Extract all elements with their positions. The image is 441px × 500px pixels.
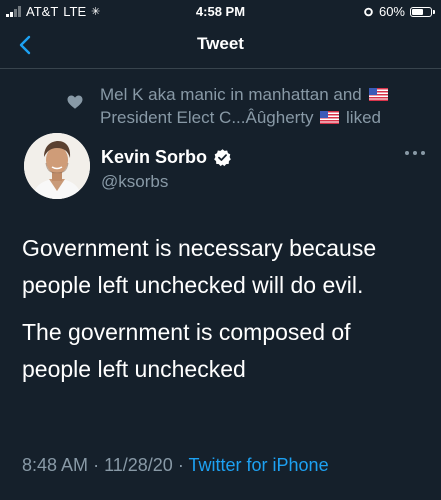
tweet-source-link[interactable]: Twitter for iPhone (189, 455, 329, 475)
tweet-time: 8:48 AM (22, 455, 89, 475)
battery-percent: 60% (378, 4, 405, 19)
author-name[interactable]: Kevin Sorbo (101, 147, 232, 168)
verified-badge-icon (214, 149, 231, 167)
avatar[interactable] (24, 133, 90, 199)
battery-cap (433, 9, 435, 14)
social-context-liked: liked (346, 108, 381, 127)
status-bar: AT&T LTE ✳ 4:58 PM 60% (0, 0, 441, 22)
tweet-body: Government is necessary because people l… (22, 230, 422, 398)
meta-separator: · (177, 455, 184, 475)
social-context-text: Mel K aka manic in manhattan and Preside… (100, 83, 430, 129)
meta-separator: · (93, 455, 100, 475)
battery-level (412, 8, 423, 15)
tweet-paragraph: The government is composed of people lef… (22, 319, 351, 382)
tweet-date: 11/28/20 (104, 455, 173, 475)
status-right: 60% (363, 4, 435, 19)
author-handle[interactable]: @ksorbs (101, 172, 168, 192)
author-name-text: Kevin Sorbo (101, 147, 208, 167)
social-context-line1: Mel K aka manic in manhattan and (100, 85, 362, 104)
alarm-icon (364, 7, 373, 17)
battery-icon (410, 6, 432, 17)
tweet-metadata: 8:48 AM · 11/28/20 · Twitter for iPhone (22, 455, 329, 476)
navigation-bar: Tweet (0, 22, 441, 69)
heart-icon (67, 95, 83, 109)
social-context-line2: President Elect C...Âûgherty (100, 108, 314, 127)
page-title: Tweet (197, 34, 244, 53)
tweet-paragraph: Government is necessary because people l… (22, 235, 377, 298)
more-options-icon[interactable] (403, 147, 427, 159)
avatar-image (24, 133, 90, 199)
us-flag-icon (320, 111, 340, 124)
us-flag-icon (368, 88, 388, 101)
